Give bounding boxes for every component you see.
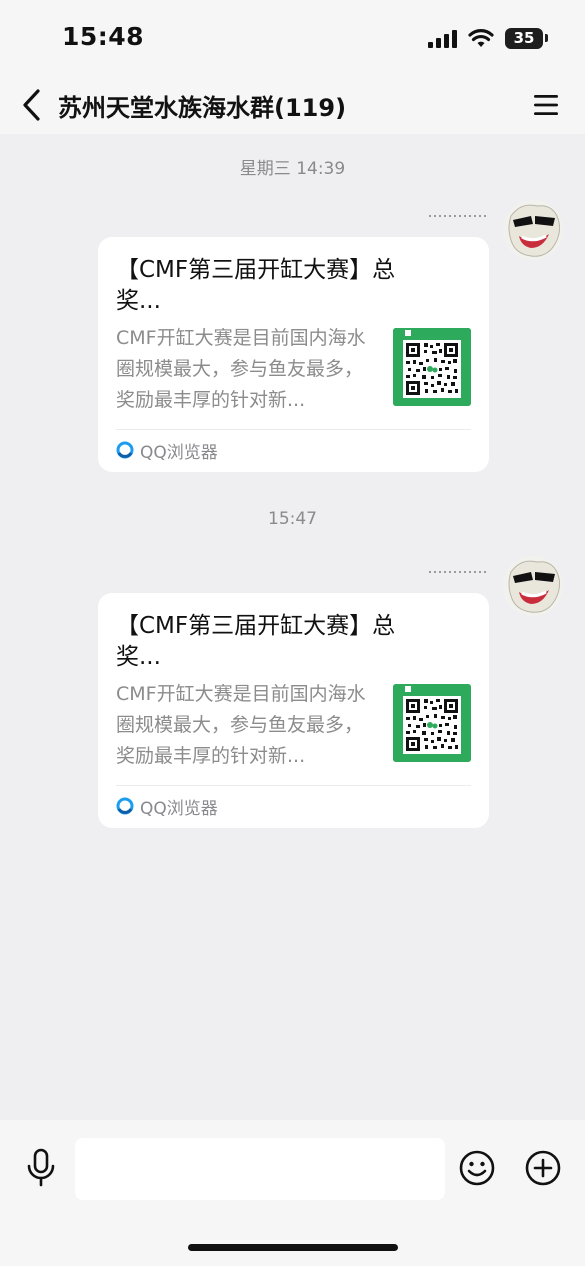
microphone-icon[interactable] — [24, 1148, 58, 1188]
avatar[interactable] — [503, 200, 563, 260]
add-icon[interactable] — [524, 1149, 562, 1187]
status-time: 15:48 — [62, 22, 145, 51]
timestamp: 15:47 — [268, 509, 317, 529]
sender-name-placeholder — [429, 571, 487, 573]
qq-browser-icon — [116, 441, 134, 459]
avatar-image — [503, 200, 563, 260]
qr-code-thumbnail — [393, 328, 471, 406]
emoji-icon[interactable] — [458, 1149, 496, 1187]
card-title: 【CMF第三届开缸大赛】总奖... — [116, 613, 396, 670]
chat-header: 苏州天堂水族海水群(119) — [0, 78, 585, 134]
battery-icon: 35 — [505, 28, 543, 49]
card-description: CMF开缸大赛是目前国内海水圈规模最大，参与鱼友最多，奖励最丰厚的针对新... — [116, 327, 366, 411]
message-input[interactable] — [75, 1138, 445, 1200]
qq-browser-icon — [116, 797, 134, 815]
wifi-icon — [468, 29, 494, 47]
link-card[interactable]: 【CMF第三届开缸大赛】总奖... CMF开缸大赛是目前国内海水圈规模最大，参与… — [98, 593, 489, 828]
link-card[interactable]: 【CMF第三届开缸大赛】总奖... CMF开缸大赛是目前国内海水圈规模最大，参与… — [98, 237, 489, 472]
back-arrow-icon[interactable] — [20, 88, 44, 122]
card-divider — [116, 429, 471, 430]
menu-icon[interactable] — [532, 94, 560, 116]
avatar-image — [503, 556, 563, 616]
source-label: QQ浏览器 — [140, 442, 218, 463]
chat-title: 苏州天堂水族海水群(119) — [58, 94, 347, 122]
battery-tip — [545, 34, 548, 42]
sender-name-placeholder — [429, 215, 487, 217]
source-label: QQ浏览器 — [140, 798, 218, 819]
status-bar: 15:48 35 — [0, 0, 585, 78]
card-source: QQ浏览器 — [116, 439, 218, 463]
home-indicator — [188, 1244, 398, 1251]
card-title: 【CMF第三届开缸大赛】总奖... — [116, 257, 396, 314]
card-divider — [116, 785, 471, 786]
input-bar — [0, 1120, 585, 1266]
avatar[interactable] — [503, 556, 563, 616]
card-description: CMF开缸大赛是目前国内海水圈规模最大，参与鱼友最多，奖励最丰厚的针对新... — [116, 683, 366, 767]
qr-code-thumbnail — [393, 684, 471, 762]
timestamp: 星期三 14:39 — [239, 159, 346, 179]
cellular-signal-icon — [428, 30, 457, 48]
card-source: QQ浏览器 — [116, 795, 218, 819]
